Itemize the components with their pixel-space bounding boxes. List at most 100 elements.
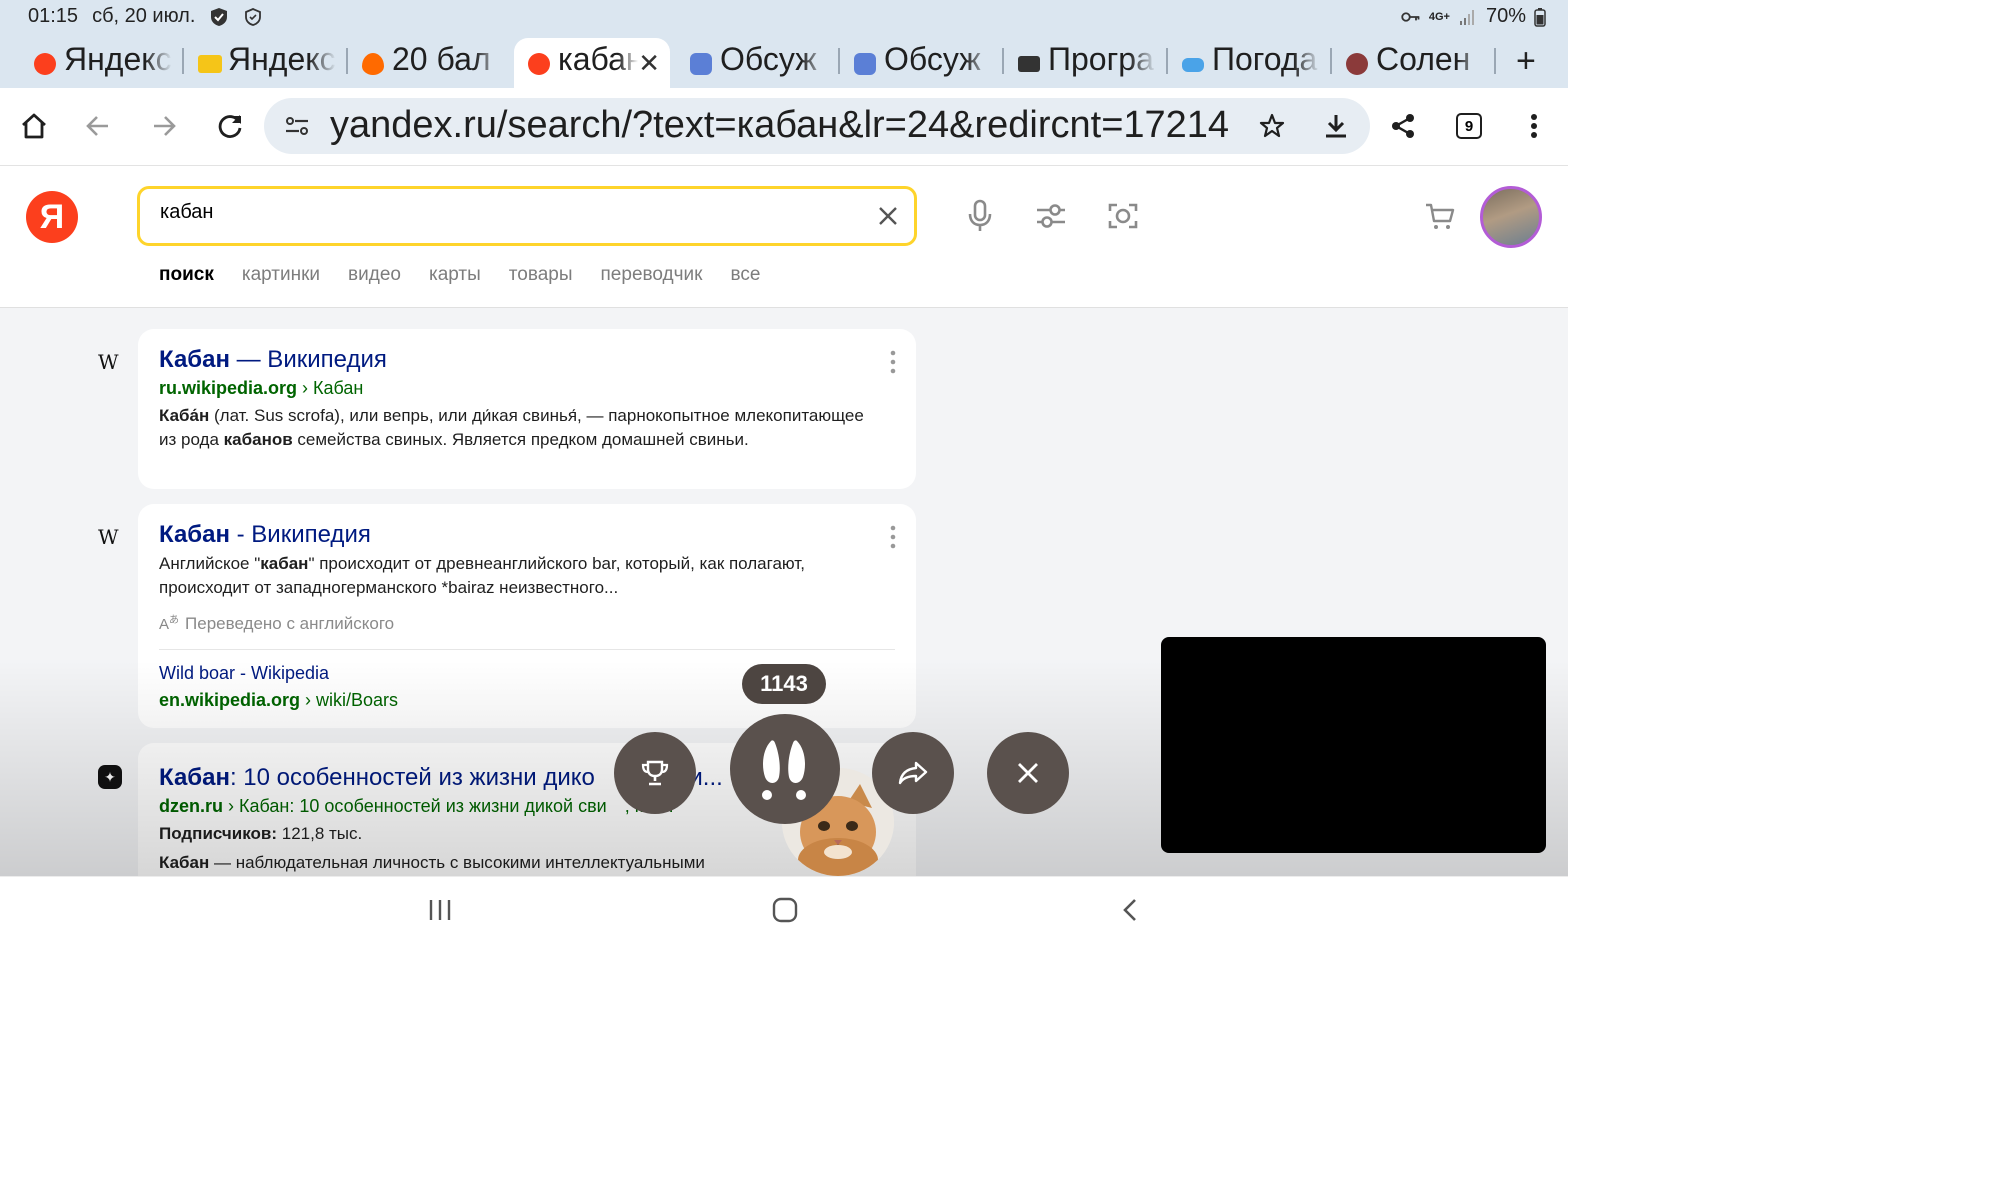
tab-kaban-active[interactable]: кабан ✕	[514, 38, 670, 88]
result-source[interactable]: dzen.ru › Кабан: 10 особенностей из жизн…	[159, 796, 674, 817]
tab-maps[interactable]: карты	[429, 264, 481, 286]
share-icon	[1392, 114, 1414, 138]
tab-images[interactable]: картинки	[242, 264, 320, 286]
original-source-link[interactable]: Wild boar - Wikipedia	[159, 663, 329, 684]
yandex-favicon-icon	[528, 53, 550, 75]
card-divider	[159, 649, 895, 650]
result-domain: dzen.ru	[159, 796, 224, 816]
yandex-favicon-icon	[34, 53, 56, 75]
microphone-icon	[968, 199, 992, 231]
image-search-button[interactable]	[1105, 198, 1141, 234]
tab-label: Обсуж	[884, 40, 981, 77]
mail-favicon-icon	[198, 55, 222, 73]
translated-note: Aあ Переведено с английского	[159, 611, 394, 634]
tab-label: Яндекс	[228, 40, 336, 77]
share-overlay-button[interactable]	[872, 732, 954, 814]
search-box[interactable]	[137, 186, 917, 246]
tab-discussion-2[interactable]: Обсуж	[820, 38, 1002, 88]
result-title-rest: — Википедия	[229, 346, 387, 373]
home-button[interactable]	[12, 104, 56, 148]
key-icon	[1401, 11, 1420, 22]
search-result-card: Кабан — Википедия ru.wikipedia.org › Каб…	[138, 329, 916, 489]
result-title-bold: Кабан	[159, 521, 230, 548]
close-icon	[1018, 763, 1038, 783]
back-chevron-icon[interactable]	[1118, 896, 1142, 924]
likes-counter-badge: 1143	[742, 664, 826, 704]
site-settings-icon[interactable]	[284, 114, 310, 138]
camera-lens-icon	[1108, 203, 1138, 229]
new-tab-button[interactable]: +	[1516, 42, 1536, 81]
translate-icon: Aあ	[159, 615, 180, 633]
result-title-link[interactable]: Кабан — Википедия	[159, 346, 387, 374]
weather-favicon-icon	[1182, 58, 1204, 72]
search-filters-button[interactable]	[1033, 198, 1069, 234]
food-favicon-icon	[1346, 53, 1368, 75]
result-source[interactable]: en.wikipedia.org › wiki/Boars	[159, 690, 398, 711]
forward-button[interactable]	[142, 104, 186, 148]
network-type: 4G+	[1428, 10, 1450, 23]
trophy-button[interactable]	[614, 732, 696, 814]
result-title-link[interactable]: Кабан - Википедия	[159, 521, 371, 549]
shield-outline-icon	[245, 7, 262, 26]
result-title-bold: Кабан	[159, 346, 230, 373]
clear-search-icon[interactable]	[876, 204, 900, 228]
subscribers-label: Подписчиков:	[159, 824, 278, 843]
tab-products[interactable]: товары	[509, 264, 573, 286]
filters-icon	[1037, 204, 1065, 228]
result-menu-icon[interactable]	[888, 524, 898, 550]
picture-in-picture-video[interactable]	[1161, 637, 1546, 853]
result-breadcrumb: › Кабан: 10 особенностей из жизни дикой …	[223, 796, 607, 816]
status-bar: 01:15 сб, 20 июл. 4G+ 70%	[0, 0, 1568, 34]
tab-label: кабан	[558, 40, 638, 77]
address-bar[interactable]: yandex.ru/search/?text=кабан&lr=24&redir…	[264, 98, 1370, 154]
yandex-logo[interactable]: Я	[26, 191, 78, 243]
flame-favicon-icon	[362, 53, 384, 75]
tab-yandex-mail[interactable]: Яндекс	[164, 38, 346, 88]
tab-video[interactable]: видео	[348, 264, 401, 286]
system-navigation-bar	[0, 876, 1568, 941]
share-button[interactable]	[1381, 104, 1425, 148]
tab-programs[interactable]: Програ	[984, 38, 1166, 88]
tab-search[interactable]: поиск	[159, 264, 214, 286]
tab-translator[interactable]: переводчик	[601, 264, 703, 286]
wikipedia-favicon-icon: W	[98, 350, 119, 374]
recent-apps-icon[interactable]	[426, 897, 454, 923]
tab-all[interactable]: все	[730, 264, 760, 286]
result-source[interactable]: ru.wikipedia.org › Кабан	[159, 378, 363, 399]
reload-icon	[218, 115, 242, 138]
result-title-rest: : 10 особенностей из жизни дико	[229, 764, 595, 791]
chat-favicon-icon	[690, 53, 712, 75]
bookmark-star-icon[interactable]	[1258, 112, 1286, 140]
result-snippet: Английское "кабан" происходит от древнеа…	[159, 554, 805, 597]
url-text[interactable]: yandex.ru/search/?text=кабан&lr=24&redir…	[330, 104, 1229, 147]
shield-icon	[211, 7, 228, 26]
result-domain: ru.wikipedia.org	[159, 378, 298, 398]
arrow-right-icon	[154, 116, 176, 136]
hoof-like-button[interactable]	[730, 714, 840, 824]
menu-button[interactable]	[1512, 104, 1556, 148]
home-circle-icon[interactable]	[771, 896, 799, 924]
back-button[interactable]	[76, 104, 120, 148]
tab-discussion-1[interactable]: Обсуж	[656, 38, 838, 88]
chat-favicon-icon	[854, 53, 876, 75]
arrow-left-icon	[86, 116, 108, 136]
tab-weather[interactable]: Погода	[1148, 38, 1330, 88]
result-title-bold: Кабан	[159, 764, 230, 791]
result-menu-icon[interactable]	[888, 349, 898, 375]
hoof-print-icon	[762, 740, 806, 800]
tab-20-points[interactable]: 20 бал	[328, 38, 510, 88]
close-overlay-button[interactable]	[987, 732, 1069, 814]
tab-label: Солен	[1376, 40, 1471, 77]
user-avatar[interactable]	[1480, 186, 1542, 248]
tab-yandex-1[interactable]: Яндекс	[0, 38, 182, 88]
market-cart-button[interactable]	[1422, 198, 1458, 234]
tab-switcher-button[interactable]: 9	[1447, 104, 1491, 148]
reload-button[interactable]	[208, 104, 252, 148]
browser-toolbar: yandex.ru/search/?text=кабан&lr=24&redir…	[0, 88, 1568, 166]
search-input[interactable]	[160, 201, 840, 224]
tab-salted[interactable]: Солен	[1312, 38, 1494, 88]
tab-divider	[1494, 48, 1496, 74]
result-domain: en.wikipedia.org	[159, 690, 301, 710]
voice-search-button[interactable]	[962, 198, 998, 234]
download-button[interactable]	[1314, 104, 1358, 148]
